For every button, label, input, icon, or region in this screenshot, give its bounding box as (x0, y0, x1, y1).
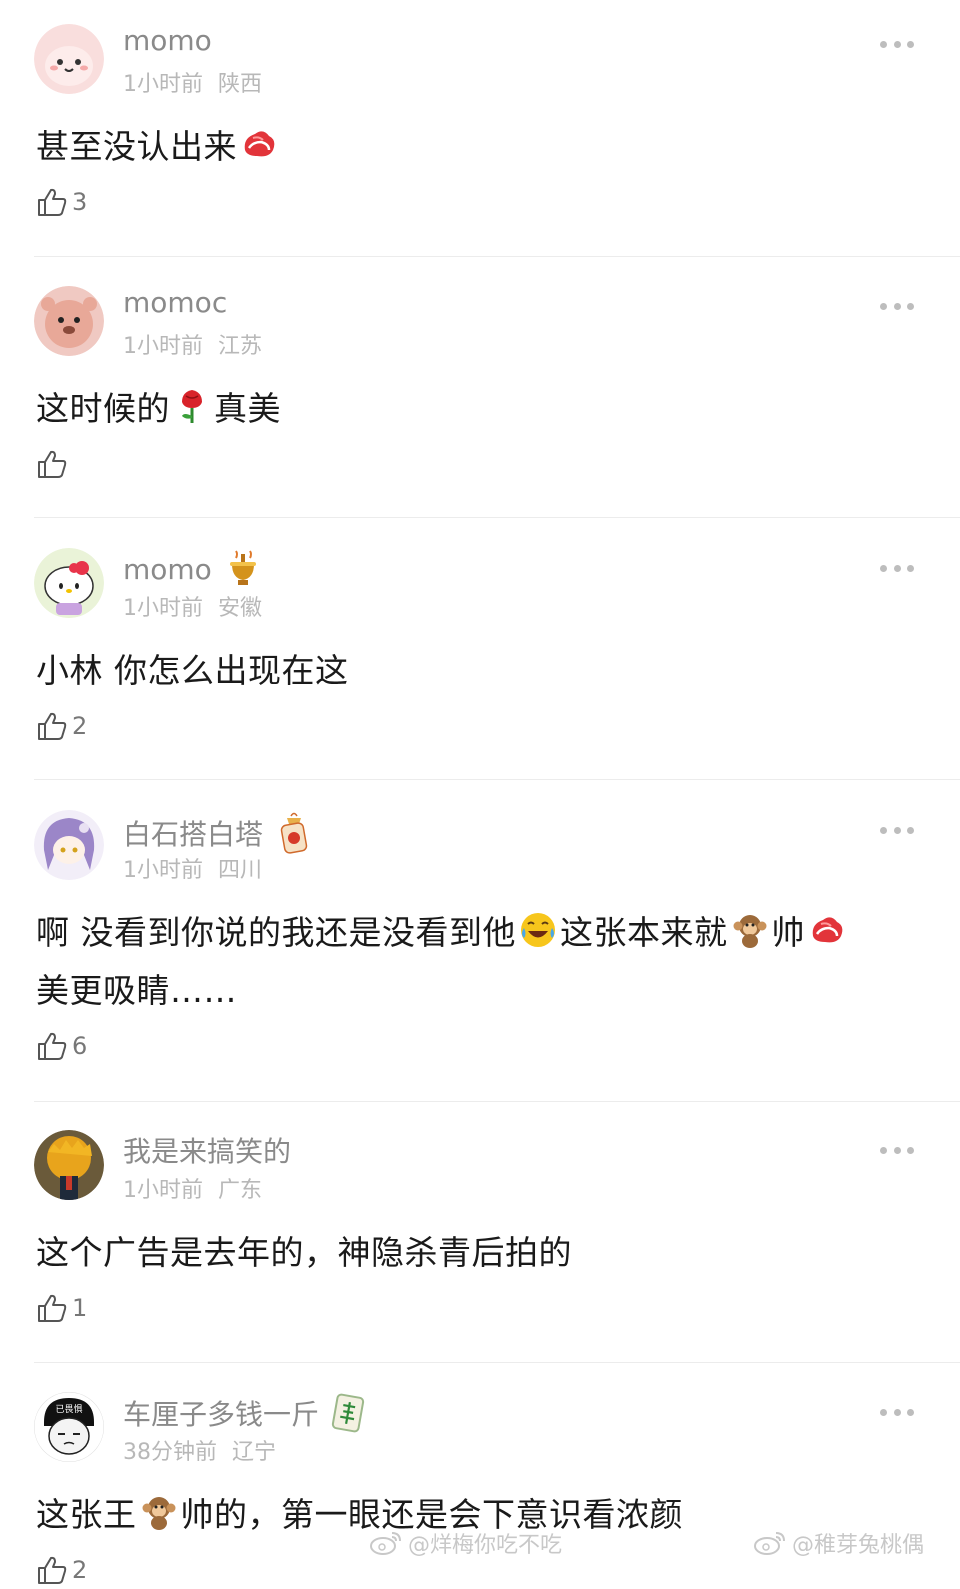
comment-time: 1小时前 (123, 1178, 203, 1203)
meat-emoji-icon (244, 131, 275, 157)
mahjong-tile-badge-icon (331, 1393, 365, 1433)
watermark: @稚芽兔桃偶 (752, 1527, 924, 1559)
avatar[interactable] (34, 548, 104, 618)
like-button[interactable]: 3 (36, 186, 87, 218)
comment-text: 甚至没认出来 (36, 118, 936, 176)
thumbs-up-icon (38, 1294, 67, 1322)
like-count: 6 (72, 1032, 88, 1060)
thumbs-up-icon (38, 1032, 67, 1060)
divider (34, 1101, 960, 1102)
weibo-logo-icon (754, 1532, 785, 1555)
comment-text: 这时候的 真美 (36, 380, 936, 438)
divider (34, 779, 960, 780)
comment-item: 我是来搞笑的 1小时前 广东 这个广告是去年的，神隐杀青后拍的 1 (0, 1106, 960, 1361)
username[interactable]: momo (123, 24, 212, 57)
laugh-cry-emoji-icon (521, 913, 555, 947)
comment-text: 小林 你怎么出现在这 (36, 651, 349, 690)
hotpot-badge-icon (229, 550, 256, 585)
like-button[interactable] (36, 448, 72, 480)
comment-text: 啊 没看到你说的我还是没看到他 这张本来就帅美更吸睛…… (36, 904, 936, 1020)
avatar[interactable] (34, 24, 104, 94)
more-dots-icon[interactable] (880, 40, 914, 48)
avatar[interactable]: 已畏惧 (34, 1392, 104, 1462)
comment-time: 1小时前 (123, 72, 203, 97)
monkey-emoji-icon (142, 1497, 175, 1530)
more-dots-icon[interactable] (880, 1146, 914, 1154)
more-dots-icon[interactable] (880, 564, 914, 572)
comment-item: 白石搭白塔 1小时前 四川 啊 没看到你说的我还是没看到他 这张本来就帅美更吸睛…… (0, 786, 960, 1104)
lucky-bag-badge-icon (280, 812, 308, 854)
avatar[interactable] (34, 286, 104, 356)
like-count: 1 (72, 1294, 88, 1322)
comment-meta: 1小时前 四川 (123, 852, 262, 884)
like-button[interactable]: 2 (36, 710, 87, 742)
comment-meta: 1小时前 广东 (123, 1172, 262, 1204)
comment-meta: 38分钟前 辽宁 (123, 1434, 276, 1466)
comment-time: 1小时前 (123, 596, 203, 621)
thumbs-up-icon (38, 188, 67, 216)
comment-time: 1小时前 (123, 858, 203, 883)
username[interactable]: 白石搭白塔 (123, 810, 315, 856)
comment-time: 1小时前 (123, 334, 203, 359)
monkey-emoji-icon (733, 915, 766, 948)
divider (34, 517, 960, 518)
comment-item: momo 1小时前 陕西 甚至没认出来 3 (0, 0, 960, 255)
comment-location: 陕西 (218, 72, 263, 97)
username[interactable]: 车厘子多钱一斤 (123, 1392, 367, 1434)
divider (34, 256, 960, 257)
divider (34, 1362, 960, 1363)
thumbs-up-icon (38, 450, 67, 478)
like-button[interactable]: 1 (36, 1292, 87, 1324)
like-button[interactable]: 6 (36, 1030, 87, 1062)
username[interactable]: 我是来搞笑的 (123, 1130, 291, 1170)
avatar[interactable] (34, 1130, 104, 1200)
avatar[interactable] (34, 810, 104, 880)
like-count: 2 (72, 712, 88, 740)
like-button[interactable]: 2 (36, 1554, 87, 1586)
comment-location: 辽宁 (232, 1440, 277, 1465)
rose-emoji-icon (182, 390, 202, 423)
more-dots-icon[interactable] (880, 302, 914, 310)
comment-meta: 1小时前 江苏 (123, 328, 262, 360)
more-dots-icon[interactable] (880, 826, 914, 834)
thumbs-up-icon (38, 1556, 67, 1584)
meat-emoji-icon (812, 917, 843, 943)
comment-meta: 1小时前 安徽 (123, 590, 262, 622)
thumbs-up-icon (38, 712, 67, 740)
like-count: 2 (72, 1556, 88, 1584)
more-dots-icon[interactable] (880, 1408, 914, 1416)
watermark: @烊梅你吃不吃 (368, 1527, 562, 1559)
comment-location: 广东 (218, 1178, 263, 1203)
comment-item: momoc 1小时前 江苏 这时候的 真美 (0, 262, 960, 517)
comment-item: momo 1小时前 安徽 小林 你怎么出现在这 2 (0, 524, 960, 779)
comment-time: 38分钟前 (123, 1440, 217, 1465)
comment-meta: 1小时前 陕西 (123, 66, 262, 98)
like-count: 3 (72, 188, 88, 216)
comment-location: 安徽 (218, 596, 263, 621)
comment-location: 江苏 (218, 334, 263, 359)
username[interactable]: momoc (123, 286, 227, 319)
avatar-caption: 已畏惧 (55, 1403, 82, 1415)
username[interactable]: momo (123, 548, 264, 590)
comment-location: 四川 (218, 858, 263, 883)
weibo-logo-icon (370, 1532, 401, 1555)
comment-text: 这个广告是去年的，神隐杀青后拍的 (36, 1233, 572, 1272)
